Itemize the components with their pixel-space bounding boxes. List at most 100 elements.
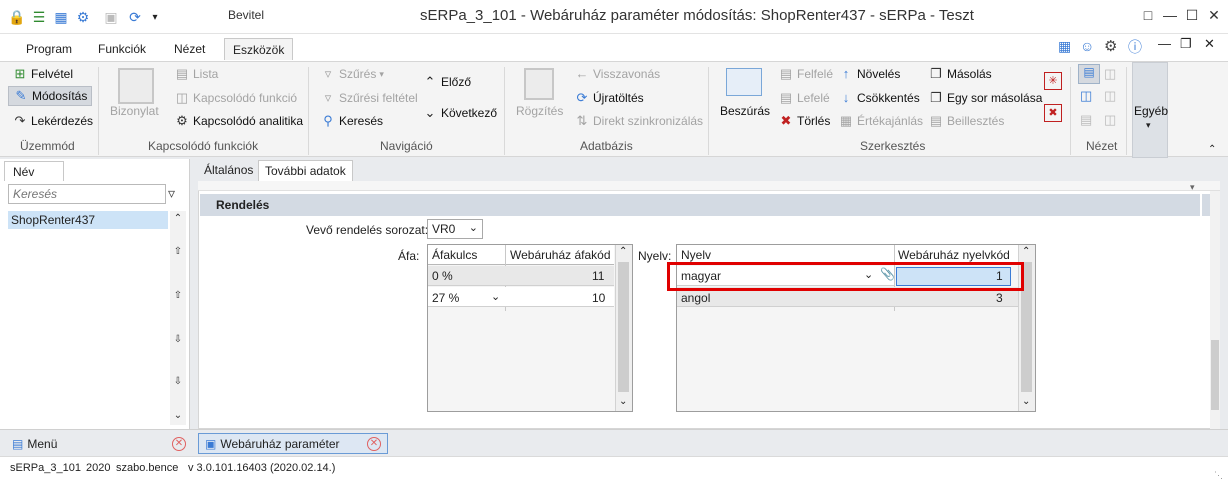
nyelv-col-nyelv[interactable]: Nyelv [681,248,711,262]
restore-frame-icon[interactable]: □ [1138,7,1158,27]
main-scroll-thumb[interactable] [1211,340,1219,410]
tab-webaruhaz-parameter[interactable]: ▣ Webáruház paraméter ✕ [198,433,388,454]
qat-dropdown-icon[interactable]: ▾ [146,8,164,26]
arrow-down-icon: ↓ [842,90,850,105]
scroll-up-icon[interactable]: ⌃ [1022,246,1030,257]
kovetkezo-button[interactable]: ⌄ Következő [422,105,498,121]
query-icon: ↷ [14,113,26,128]
ertekajanlas-button[interactable]: ▦ Értékajánlás [838,113,923,129]
close-icon[interactable]: ✕ [172,436,186,451]
settings-doc-icon[interactable]: ⚙ [74,8,92,26]
mdi-minimize-button[interactable]: — [1158,36,1171,51]
lista-button[interactable]: ▤ Lista [174,66,219,82]
divider [1126,67,1127,155]
paste-icon: ▤ [929,113,943,128]
egy-sor-masolasa-button[interactable]: ❐ Egy sor másolása [928,90,1042,106]
scroll-page-up-icon[interactable]: ⇧ [170,290,186,306]
close-icon[interactable]: ✕ [367,436,381,451]
lefele-button[interactable]: ▤ Lefelé [778,90,830,106]
ribbon-context-label: Bevitel [228,8,265,22]
afa-row-kod: 11 [592,269,605,283]
beillesztes-button[interactable]: ▤ Beillesztés [928,113,1005,129]
mdi-close-button[interactable]: ✕ [1204,36,1215,52]
group-navigacio: Navigáció [380,139,433,153]
undo-icon: ← [575,66,589,81]
tab-menu[interactable]: ▤ Menü ✕ [6,433,192,454]
grid-view-icon[interactable]: ▦ [1058,38,1071,55]
felfele-button[interactable]: ▤ Felfelé [778,66,833,82]
table-row[interactable] [428,266,614,286]
left-scrollbar[interactable] [170,211,186,425]
afa-col-kulcs[interactable]: Áfakulcs [432,248,477,262]
tab-tovabbi-adatok[interactable]: További adatok [258,160,353,182]
scroll-up-icon[interactable]: ⌃ [170,213,186,229]
kereses-button[interactable]: ⚲ Keresés [320,113,383,129]
scroll-down-icon[interactable]: ⌄ [170,410,186,426]
scroll-page-up-icon[interactable]: ⇧ [170,246,186,262]
visszavonas-button[interactable]: ← Visszavonás [574,66,661,82]
ujratoltes-button[interactable]: ⟳ Újratöltés [574,90,644,106]
refresh-icon[interactable]: ⟳ [126,8,144,26]
csokkentes-button[interactable]: ↓ Csökkentés [838,90,920,106]
afa-col-kod[interactable]: Webáruház áfakód [510,248,611,262]
tab-funkciok[interactable]: Funkciók [90,38,154,60]
mark-icon[interactable]: ✳ [1044,72,1062,90]
felvetel-button[interactable]: ⊞ Felvétel [12,66,73,82]
rogzites-button[interactable]: Rögzítés [516,104,563,118]
filter-condition-icon: ▿ [324,90,332,105]
restore-arrow-icon[interactable]: ▾ [1190,182,1195,193]
preview-icon[interactable]: ▦ [52,8,70,26]
nyelv-col-kod[interactable]: Webáruház nyelvkód [898,248,1010,262]
torles-button[interactable]: ✖ Törlés [778,113,831,129]
tree-icon[interactable]: ☰ [30,8,48,26]
sync-icon: ⇅ [576,113,588,128]
direkt-szinkronizalas-button[interactable]: ⇅ Direkt szinkronizálás [574,113,704,129]
scroll-page-down-icon[interactable]: ⇩ [170,334,186,350]
scroll-page-down-icon[interactable]: ⇩ [170,376,186,392]
view-split-icon[interactable]: ◫ [1080,88,1092,104]
chevron-down-icon[interactable]: ⌄ [491,290,500,303]
user-icon[interactable]: ☺ [1080,38,1094,54]
resize-grip-icon[interactable]: ⋱ [1214,470,1223,481]
tab-altalanos[interactable]: Általános [198,160,259,182]
list-item[interactable]: ShopRenter437 [8,211,168,229]
view-layout-icon[interactable]: ▤ [1078,64,1100,84]
minimize-button[interactable]: — [1160,7,1180,27]
tab-nev[interactable]: Név [4,161,64,181]
view-disabled-2-icon: ◫ [1104,88,1117,103]
close-button[interactable]: ✕ [1204,7,1224,27]
scroll-up-icon[interactable]: ⌃ [619,246,627,257]
szuresi-feltetel-button[interactable]: ▿ Szűrési feltétel [320,90,418,106]
lock-icon[interactable]: 🔒 [8,8,26,26]
bizonylat-button[interactable]: Bizonylat [110,104,159,118]
status-db: sERPa_3_101 [10,462,81,474]
maximize-button[interactable]: ☐ [1182,7,1202,27]
scroll-down-icon[interactable]: ⌄ [1022,396,1030,407]
gear-icon[interactable]: ⚙ [1104,37,1117,55]
kapcsolodo-funkcio-button[interactable]: ◫ Kapcsolódó funkció [174,90,297,106]
help-icon[interactable]: ⓘ [1128,37,1142,57]
mdi-restore-button[interactable]: ❐ [1180,36,1192,52]
modositas-button[interactable]: ✎ Módosítás [8,86,93,106]
search-input[interactable] [8,184,166,204]
tab-nezet[interactable]: Nézet [166,38,213,60]
filter-icon[interactable]: ▿ [168,185,175,202]
analytics-icon: ⚙ [176,113,188,128]
masolas-button[interactable]: ❐ Másolás [928,66,992,82]
beszuras-button[interactable]: Beszúrás [720,104,770,118]
szures-button[interactable]: ▿ Szűrés ▾ [320,66,384,82]
menu-icon: ▤ [12,436,24,451]
elozo-button[interactable]: ⌃ Előző [422,74,471,90]
chevron-down-icon: ⌄ [468,222,478,234]
tab-program[interactable]: Program [18,38,80,60]
remove-mark-icon[interactable]: ✖ [1044,104,1062,122]
afa-scroll-thumb[interactable] [618,262,629,392]
lekerdezes-button[interactable]: ↷ Lekérdezés [12,113,94,129]
vevo-rendeles-select[interactable]: VR0 ⌄ [427,219,483,239]
scroll-down-icon[interactable]: ⌄ [619,396,627,407]
insert-row-icon [726,68,762,96]
noveles-button[interactable]: ↑ Növelés [838,66,901,82]
tab-eszkozok[interactable]: Eszközök [224,38,294,60]
kapcsolodo-analitika-button[interactable]: ⚙ Kapcsolódó analitika [174,113,303,129]
ribbon-collapse-icon[interactable]: ⌃ [1208,144,1216,155]
